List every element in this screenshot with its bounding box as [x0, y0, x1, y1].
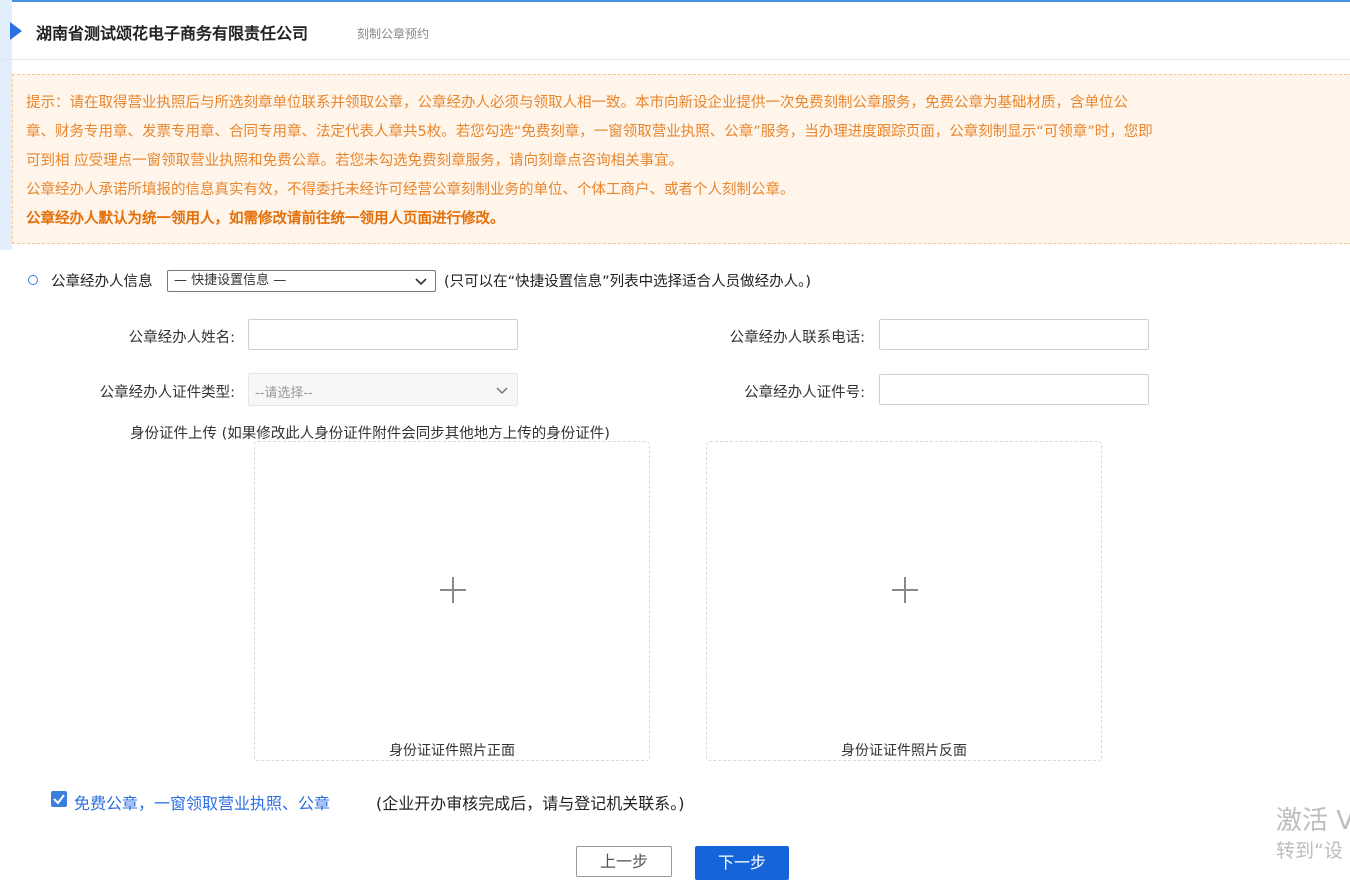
id-front-upload[interactable]: 身份证证件照片正面 — [254, 441, 650, 761]
notice-box: 提示：请在取得营业执照后与所选刻章单位联系并领取公章，公章经办人必须与领取人相一… — [12, 74, 1350, 244]
notice-line: 可到相 应受理点一窗领取营业执照和免费公章。若您未勾选免费刻章服务，请向刻章点咨… — [26, 153, 684, 169]
id-back-caption: 身份证证件照片反面 — [841, 743, 967, 759]
free-seal-label[interactable]: 免费公章，一窗领取营业执照、公章 — [74, 790, 330, 814]
section-radio-icon — [28, 275, 38, 285]
name-input[interactable] — [248, 319, 518, 350]
notice-line: 提示：请在取得营业执照后与所选刻章单位联系并领取公章，公章经办人必须与领取人相一… — [26, 95, 1128, 111]
notice-line: 章、财务专用章、发票专用章、合同专用章、法定代表人章共5枚。若您勾选“免费刻章，… — [26, 124, 1153, 140]
activation-watermark-sub: 转到“设 — [1276, 840, 1343, 862]
id-type-value: --请选择-- — [255, 386, 313, 401]
id-type-label: 公章经办人证件类型: — [99, 385, 235, 401]
plus-icon — [452, 577, 454, 603]
free-seal-hint: (企业开办审核完成后，请与登记机关联系。) — [376, 794, 685, 813]
id-back-upload[interactable]: 身份证证件照片反面 — [706, 441, 1102, 761]
page-subtitle: 刻制公章预约 — [357, 27, 430, 41]
id-front-caption: 身份证证件照片正面 — [389, 743, 515, 759]
notice-line: 公章经办人承诺所填报的信息真实有效，不得委托未经许可经营公章刻制业务的单位、个体… — [26, 182, 795, 198]
id-number-input[interactable] — [879, 374, 1149, 405]
chevron-down-icon — [415, 278, 427, 286]
id-type-select[interactable]: --请选择-- — [248, 373, 518, 406]
prev-step-button[interactable]: 上一步 — [576, 846, 672, 877]
check-icon — [53, 794, 65, 805]
upload-title: 身份证件上传 (如果修改此人身份证件附件会同步其他地方上传的身份证件) — [130, 426, 610, 442]
title-marker-icon — [10, 22, 22, 40]
section-label: 公章经办人信息 — [51, 274, 153, 290]
section-hint: (只可以在“快捷设置信息”列表中选择适合人员做经办人。) — [444, 274, 812, 290]
chevron-down-icon — [496, 387, 508, 395]
company-name: 湖南省测试颂花电子商务有限责任公司 — [36, 24, 309, 43]
plus-icon — [904, 577, 906, 603]
next-step-button[interactable]: 下一步 — [695, 846, 789, 880]
activation-watermark: 激活 V — [1276, 806, 1350, 836]
quick-settings-select[interactable]: — 快捷设置信息 — — [167, 270, 436, 292]
name-label: 公章经办人姓名: — [128, 330, 235, 346]
free-seal-checkbox[interactable] — [51, 791, 67, 807]
id-number-label: 公章经办人证件号: — [744, 385, 865, 401]
header-divider — [0, 59, 1350, 60]
phone-input[interactable] — [879, 319, 1149, 350]
notice-bold-line: 公章经办人默认为统一领用人，如需修改请前往统一领用人页面进行修改。 — [26, 211, 505, 227]
quick-select-value: — 快捷设置信息 — — [174, 273, 287, 288]
phone-label: 公章经办人联系电话: — [729, 330, 865, 346]
top-accent-line — [0, 0, 1350, 2]
